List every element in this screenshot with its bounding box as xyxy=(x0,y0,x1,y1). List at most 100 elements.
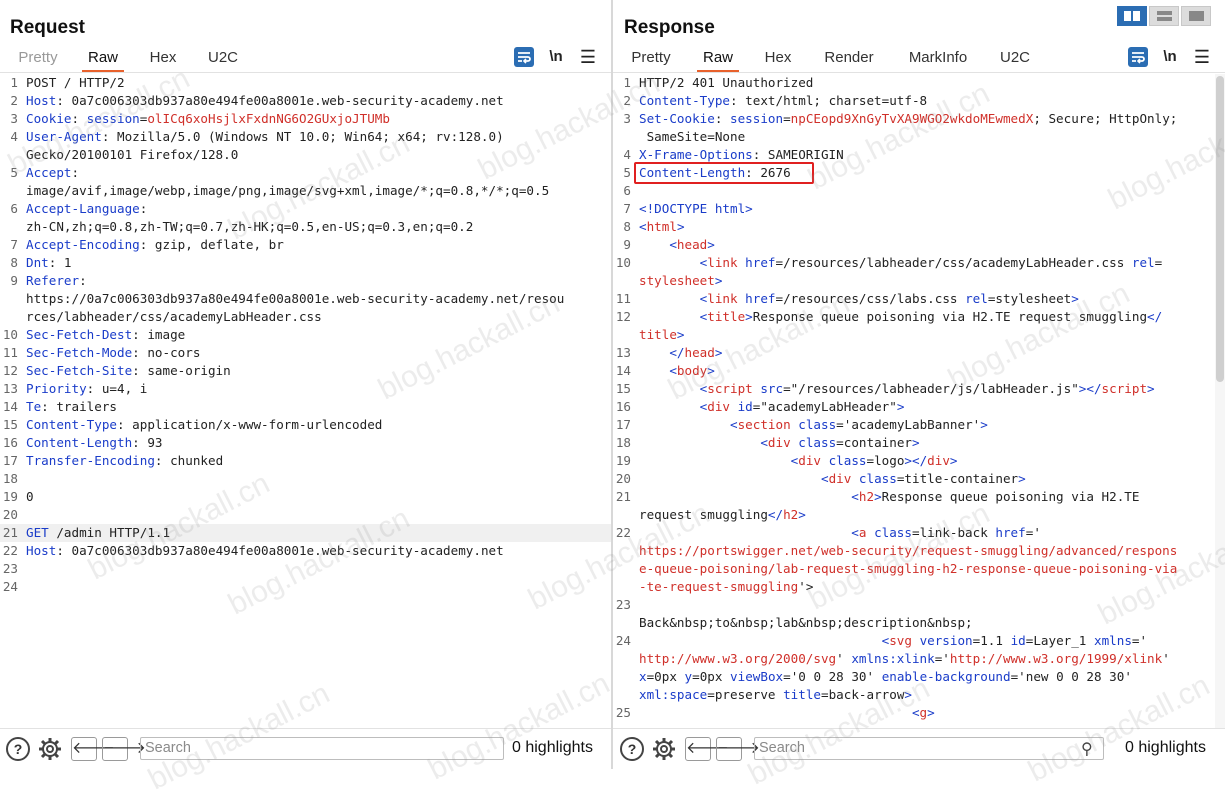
layout-single-button[interactable] xyxy=(1181,6,1211,26)
code-line[interactable]: 23 xyxy=(613,596,1213,614)
code-line[interactable]: 7 <!DOCTYPE html> xyxy=(613,200,1213,218)
code-line[interactable]: 23 xyxy=(0,560,611,578)
code-line[interactable]: 10 Sec-Fetch-Dest: image xyxy=(0,326,611,344)
code-line[interactable]: 21 GET /admin HTTP/1.1 xyxy=(0,524,611,542)
request-search-input[interactable]: Search xyxy=(140,737,504,760)
code-line[interactable]: 19 <div class=logo></div> xyxy=(613,452,1213,470)
code-line[interactable]: 21 <h2>Response queue poisoning via H2.T… xyxy=(613,488,1213,506)
code-line[interactable]: 11 Sec-Fetch-Mode: no-cors xyxy=(0,344,611,362)
code-line[interactable]: 9 <head> xyxy=(613,236,1213,254)
code-line[interactable]: 18 <div class=container> xyxy=(613,434,1213,452)
response-tab-markinfo[interactable]: MarkInfo xyxy=(901,46,975,72)
code-line[interactable]: 2 Host: 0a7c006303db937a80e494fe00a8001e.… xyxy=(0,92,611,110)
response-tab-u2c[interactable]: U2C xyxy=(995,46,1035,72)
code-line[interactable]: 8 <html> xyxy=(613,218,1213,236)
request-editor[interactable]: 1 POST / HTTP/2 2 Host: 0a7c006303db937a80e… xyxy=(0,74,611,729)
code-line[interactable]: 12 Sec-Fetch-Site: same-origin xyxy=(0,362,611,380)
code-line[interactable]: 15 <script src="/resources/labheader/js/… xyxy=(613,380,1213,398)
code-line[interactable]: 14 Te: trailers xyxy=(0,398,611,416)
response-search-input[interactable]: Search xyxy=(754,737,1104,760)
layout-stacked-button[interactable] xyxy=(1149,6,1179,26)
code-line[interactable]: e-queue-poisoning/lab-request-smuggling-… xyxy=(613,560,1213,578)
code-line[interactable]: 20 xyxy=(0,506,611,524)
code-line[interactable]: stylesheet> xyxy=(613,272,1213,290)
code-line[interactable]: https://0a7c006303db937a80e494fe00a8001e… xyxy=(0,290,611,308)
code-line[interactable]: 25 <g> xyxy=(613,704,1213,722)
code-line[interactable]: 4 User-Agent: Mozilla/5.0 (Windows NT 10.… xyxy=(0,128,611,146)
response-scrollbar[interactable] xyxy=(1215,74,1225,729)
code-line[interactable]: 13 Priority: u=4, i xyxy=(0,380,611,398)
code-line[interactable]: 24 xyxy=(0,578,611,596)
code-line[interactable]: image/avif,image/webp,image/png,image/sv… xyxy=(0,182,611,200)
code-line[interactable]: 6 Accept-Language: xyxy=(0,200,611,218)
code-line[interactable]: 24 <svg version=1.1 id=Layer_1 xmlns=' xyxy=(613,632,1213,650)
code-line[interactable]: 3 Set-Cookie: session=npCEopd9XnGyTvXA9WG… xyxy=(613,110,1213,128)
code-line[interactable]: xml:space=preserve title=back-arrow> xyxy=(613,686,1213,704)
code-line[interactable]: https://portswigger.net/web-security/req… xyxy=(613,542,1213,560)
code-line[interactable]: 9 Referer: xyxy=(0,272,611,290)
code-line[interactable]: request smuggling</h2> xyxy=(613,506,1213,524)
request-wrap-toggle-button[interactable] xyxy=(514,47,534,67)
request-menu-icon[interactable]: ☰ xyxy=(578,47,598,67)
request-newline-toggle-button[interactable]: \n xyxy=(546,47,566,67)
response-tab-render[interactable]: Render xyxy=(817,46,881,72)
code-line[interactable]: 5 Accept: xyxy=(0,164,611,182)
code-line[interactable]: 7 Accept-Encoding: gzip, deflate, br xyxy=(0,236,611,254)
code-line[interactable]: Back&nbsp;to&nbsp;lab&nbsp;description&n… xyxy=(613,614,1213,632)
code-line[interactable]: Gecko/20100101 Firefox/128.0 xyxy=(0,146,611,164)
response-newline-toggle-button[interactable]: \n xyxy=(1160,47,1180,67)
code-line[interactable]: 16 <div id="academyLabHeader"> xyxy=(613,398,1213,416)
code-line[interactable]: -te-request-smuggling'> xyxy=(613,578,1213,596)
code-line[interactable]: 17 Transfer-Encoding: chunked xyxy=(0,452,611,470)
code-line[interactable]: 2 Content-Type: text/html; charset=utf-8 xyxy=(613,92,1213,110)
code-line[interactable]: 8 Dnt: 1 xyxy=(0,254,611,272)
code-line[interactable]: 1 POST / HTTP/2 xyxy=(0,74,611,92)
code-line[interactable]: zh-CN,zh;q=0.8,zh-TW;q=0.7,zh-HK;q=0.5,e… xyxy=(0,218,611,236)
code-line[interactable]: 20 <div class=title-container> xyxy=(613,470,1213,488)
request-tab-hex[interactable]: Hex xyxy=(144,46,182,72)
code-line[interactable]: 19 0 xyxy=(0,488,611,506)
code-line[interactable]: 17 <section class='academyLabBanner'> xyxy=(613,416,1213,434)
code-token: Cookie xyxy=(26,111,72,126)
line-content: x=0px y=0px viewBox='0 0 28 30' enable-b… xyxy=(639,668,1132,686)
response-tab-hex[interactable]: Hex xyxy=(759,46,797,72)
help-icon[interactable]: ? xyxy=(620,737,644,761)
code-line[interactable]: 16 Content-Length: 93 xyxy=(0,434,611,452)
help-icon[interactable]: ? xyxy=(6,737,30,761)
code-token: < xyxy=(639,255,708,270)
forward-arrow-button[interactable]: 🡒 xyxy=(102,737,146,761)
request-tab-pretty[interactable]: Pretty xyxy=(14,46,62,72)
back-arrow-button[interactable]: 🡐 xyxy=(685,737,729,761)
response-menu-icon[interactable]: ☰ xyxy=(1192,47,1212,67)
code-line[interactable]: 22 <a class=link-back href=' xyxy=(613,524,1213,542)
request-tab-raw[interactable]: Raw xyxy=(82,46,124,72)
code-line[interactable]: 13 </head> xyxy=(613,344,1213,362)
code-line[interactable]: 3 Cookie: session=olICq6xoHsjlxFxdnNG6O2G… xyxy=(0,110,611,128)
code-line[interactable]: x=0px y=0px viewBox='0 0 28 30' enable-b… xyxy=(613,668,1213,686)
code-line[interactable]: SameSite=None xyxy=(613,128,1213,146)
code-line[interactable]: 22 Host: 0a7c006303db937a80e494fe00a8001e… xyxy=(0,542,611,560)
back-arrow-button[interactable]: 🡐 xyxy=(71,737,115,761)
code-line[interactable]: 14 <body> xyxy=(613,362,1213,380)
settings-gear-icon[interactable] xyxy=(652,737,676,761)
forward-arrow-button[interactable]: 🡒 xyxy=(716,737,760,761)
response-tab-pretty[interactable]: Pretty xyxy=(627,46,675,72)
code-line[interactable]: 15 Content-Type: application/x-www-form-u… xyxy=(0,416,611,434)
settings-gear-icon[interactable] xyxy=(38,737,62,761)
request-tab-u2c[interactable]: U2C xyxy=(202,46,244,72)
response-tab-raw[interactable]: Raw xyxy=(697,46,739,72)
code-line[interactable]: 12 <title>Response queue poisoning via H… xyxy=(613,308,1213,326)
code-line[interactable]: rces/labheader/css/academyLabHeader.css xyxy=(0,308,611,326)
code-line[interactable]: title> xyxy=(613,326,1213,344)
code-line[interactable]: http://www.w3.org/2000/svg' xmlns:xlink=… xyxy=(613,650,1213,668)
code-line[interactable]: 6 xyxy=(613,182,1213,200)
code-token: < xyxy=(639,237,677,252)
response-scrollbar-thumb[interactable] xyxy=(1216,76,1224,382)
code-line[interactable]: 11 <link href=/resources/css/labs.css re… xyxy=(613,290,1213,308)
code-token: =stylesheet xyxy=(987,291,1072,306)
layout-side-by-side-button[interactable] xyxy=(1117,6,1147,26)
code-line[interactable]: 18 xyxy=(0,470,611,488)
response-wrap-toggle-button[interactable] xyxy=(1128,47,1148,67)
code-line[interactable]: 10 <link href=/resources/labheader/css/a… xyxy=(613,254,1213,272)
code-line[interactable]: 1 HTTP/2 401 Unauthorized xyxy=(613,74,1213,92)
